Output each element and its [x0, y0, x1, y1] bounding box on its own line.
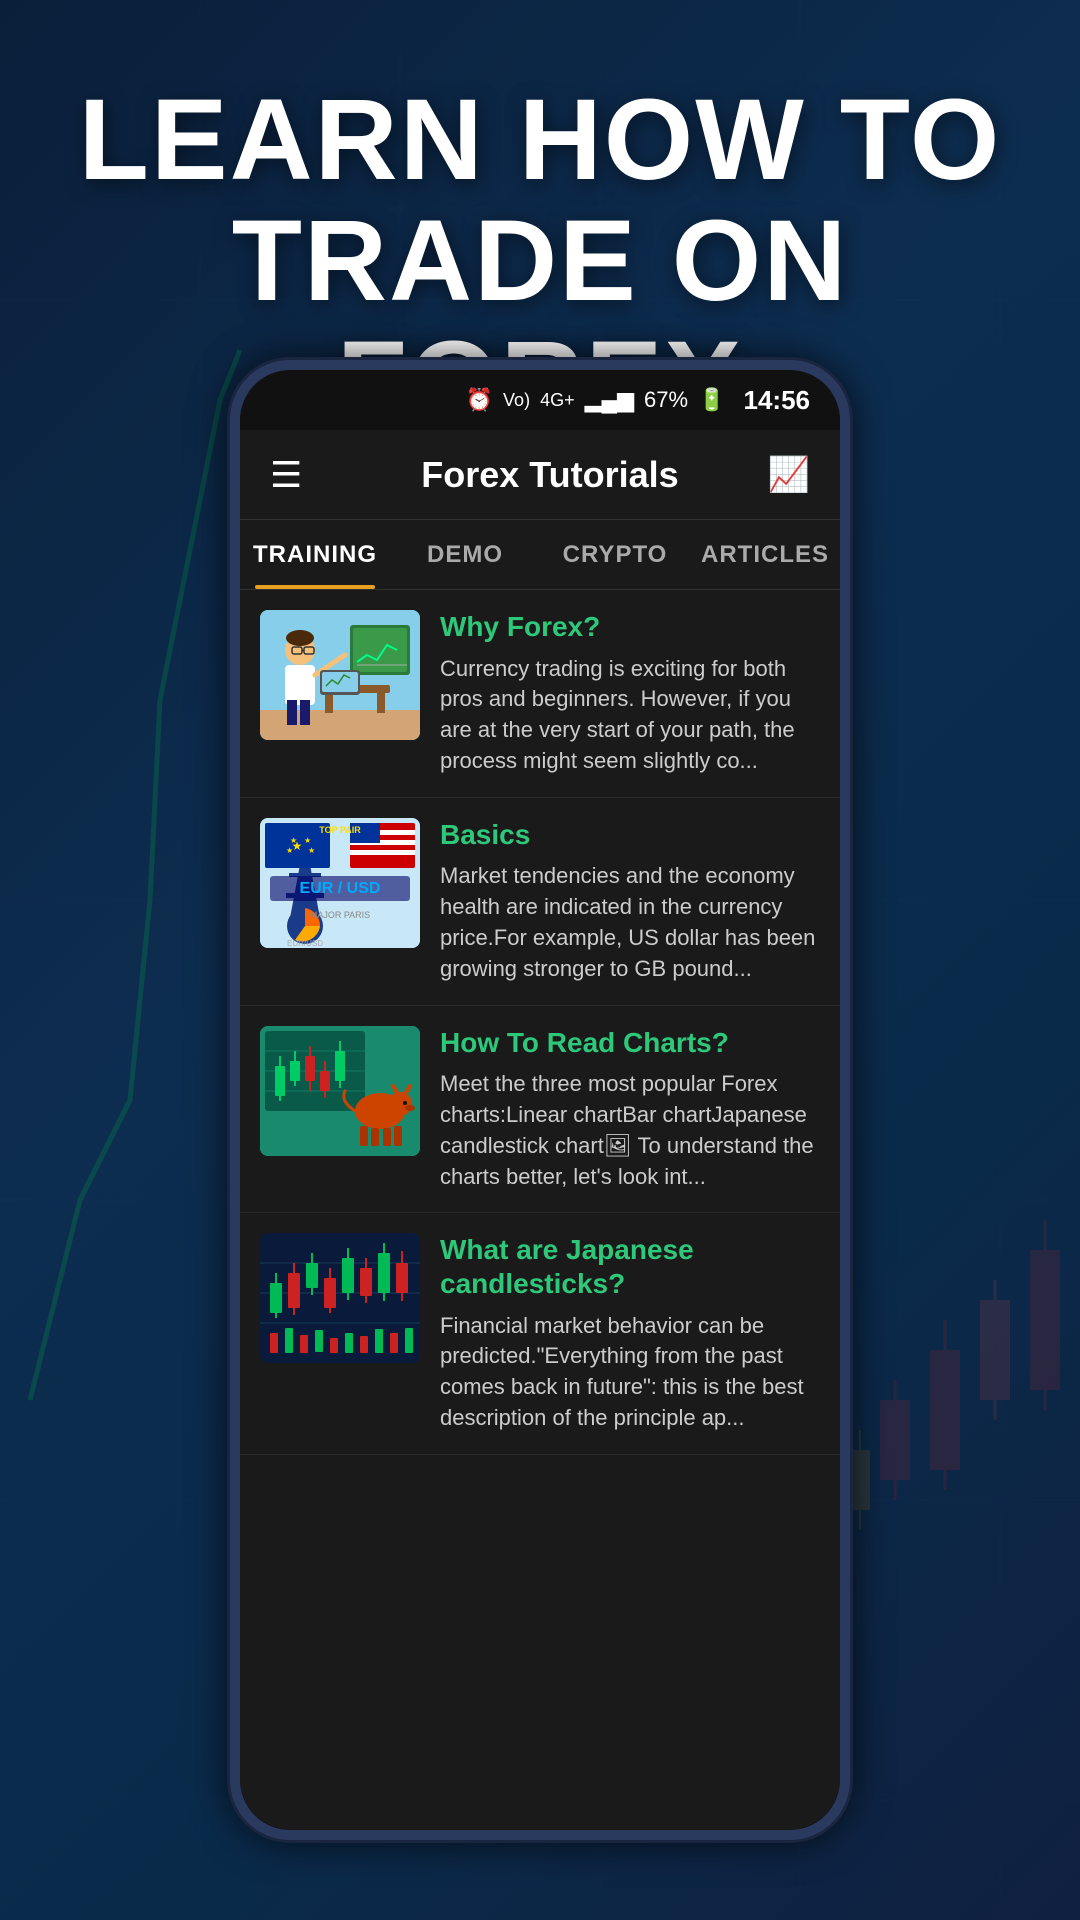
article-title-1: Why Forex?: [440, 610, 820, 644]
article-body-2: Basics Market tendencies and the economy…: [440, 818, 820, 985]
svg-text:★: ★: [304, 836, 311, 845]
tab-demo[interactable]: DEMO: [390, 520, 540, 589]
article-title-2: Basics: [440, 818, 820, 852]
status-icons: ⏰ Vo) 4G+ ▂▄▆ 67% 🔋 14:56: [466, 385, 810, 416]
battery-icon: 🔋: [698, 387, 725, 413]
article-title-4: What are Japanese candlesticks?: [440, 1233, 820, 1300]
svg-text:EUR/USD: EUR/USD: [287, 939, 323, 948]
tab-bar: TRAINING DEMO CRYPTO ARTICLES: [240, 520, 840, 590]
article-excerpt-4: Financial market behavior can be predict…: [440, 1311, 820, 1434]
article-excerpt-1: Currency trading is exciting for both pr…: [440, 654, 820, 777]
article-item[interactable]: Why Forex? Currency trading is exciting …: [240, 590, 840, 798]
svg-text:★: ★: [286, 846, 293, 855]
phone-frame: ⏰ Vo) 4G+ ▂▄▆ 67% 🔋 14:56 ☰ Forex Tutori…: [230, 360, 850, 1840]
article-body-4: What are Japanese candlesticks? Financia…: [440, 1233, 820, 1433]
tab-training[interactable]: TRAINING: [240, 520, 390, 589]
svg-text:★: ★: [308, 846, 315, 855]
article-thumbnail-2: ★ ★ ★ ★ ★: [260, 818, 420, 948]
article-item[interactable]: What are Japanese candlesticks? Financia…: [240, 1213, 840, 1454]
article-thumbnail-1: [260, 610, 420, 740]
svg-text:EUR / USD: EUR / USD: [300, 880, 381, 897]
phone-screen: ⏰ Vo) 4G+ ▂▄▆ 67% 🔋 14:56 ☰ Forex Tutori…: [240, 370, 840, 1830]
chart-icon[interactable]: 📈: [768, 455, 810, 495]
article-thumbnail-4: [260, 1233, 420, 1363]
svg-text:TOP PAIR: TOP PAIR: [319, 825, 361, 835]
tab-articles[interactable]: ARTICLES: [690, 520, 840, 589]
hamburger-menu-icon[interactable]: ☰: [270, 454, 302, 496]
phone-mockup: ⏰ Vo) 4G+ ▂▄▆ 67% 🔋 14:56 ☰ Forex Tutori…: [230, 360, 850, 1840]
article-thumbnail-3: [260, 1026, 420, 1156]
tab-crypto[interactable]: CRYPTO: [540, 520, 690, 589]
svg-text:★: ★: [290, 836, 297, 845]
battery-label: 67%: [644, 387, 688, 413]
article-body-1: Why Forex? Currency trading is exciting …: [440, 610, 820, 777]
network-icon: 4G+: [540, 390, 575, 411]
article-excerpt-2: Market tendencies and the economy health…: [440, 861, 820, 984]
article-excerpt-3: Meet the three most popular Forex charts…: [440, 1069, 820, 1192]
alarm-icon: ⏰: [466, 387, 493, 413]
signal-icon: ▂▄▆: [585, 387, 634, 413]
content-area: Why Forex? Currency trading is exciting …: [240, 590, 840, 1455]
app-title: Forex Tutorials: [332, 454, 767, 496]
volume-icon: Vo): [503, 390, 530, 411]
svg-text:MAJOR PARIS: MAJOR PARIS: [310, 910, 370, 920]
app-bar: ☰ Forex Tutorials 📈: [240, 430, 840, 520]
article-item[interactable]: ★ ★ ★ ★ ★: [240, 798, 840, 1006]
article-body-3: How To Read Charts? Meet the three most …: [440, 1026, 820, 1193]
status-bar: ⏰ Vo) 4G+ ▂▄▆ 67% 🔋 14:56: [240, 370, 840, 430]
article-title-3: How To Read Charts?: [440, 1026, 820, 1060]
article-item[interactable]: How To Read Charts? Meet the three most …: [240, 1006, 840, 1214]
status-time: 14:56: [744, 385, 811, 416]
